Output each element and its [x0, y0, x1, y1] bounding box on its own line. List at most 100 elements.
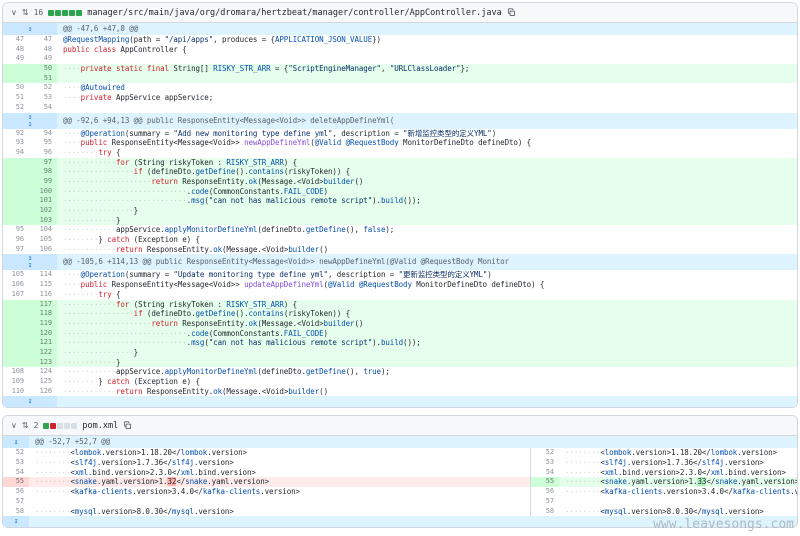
new-line-number[interactable]: 94 — [29, 129, 57, 139]
copy-path-icon[interactable] — [507, 8, 516, 17]
new-line-number[interactable]: 124 — [29, 367, 57, 377]
new-line-number[interactable]: 126 — [29, 387, 57, 397]
new-line-number[interactable]: 54 — [531, 468, 559, 478]
old-line-number[interactable]: 50 — [3, 83, 29, 93]
old-line-number[interactable]: 57 — [3, 497, 29, 507]
code-token: ok — [248, 177, 257, 186]
expand-up-button[interactable]: ↥ — [3, 23, 57, 35]
new-line-number[interactable]: 104 — [29, 225, 57, 235]
new-line-number[interactable]: 50 — [29, 64, 57, 74]
old-line-number[interactable] — [3, 177, 29, 187]
old-line-number[interactable]: 105 — [3, 270, 29, 280]
collapse-file-icon[interactable]: ∨ — [11, 9, 17, 17]
old-line-number[interactable] — [3, 319, 29, 329]
new-line-number[interactable]: 116 — [29, 290, 57, 300]
old-line-number[interactable]: 48 — [3, 45, 29, 55]
new-line-number[interactable]: 97 — [29, 158, 57, 168]
old-line-number[interactable]: 58 — [3, 507, 29, 517]
old-line-number[interactable] — [3, 309, 29, 319]
new-line-number[interactable]: 102 — [29, 206, 57, 216]
new-line-number[interactable]: 95 — [29, 138, 57, 148]
old-line-number[interactable] — [3, 158, 29, 168]
old-line-number[interactable]: 54 — [3, 468, 29, 478]
old-line-number[interactable] — [3, 167, 29, 177]
new-line-number[interactable]: 53 — [531, 458, 559, 468]
expand-down-button[interactable]: ↧ — [3, 516, 29, 527]
new-line-number[interactable]: 118 — [29, 309, 57, 319]
new-line-number[interactable]: 106 — [29, 245, 57, 255]
code-token: (CommonConstants. — [209, 329, 284, 338]
old-line-number[interactable]: 51 — [3, 93, 29, 103]
old-line-number[interactable] — [3, 216, 29, 226]
old-line-number[interactable] — [3, 348, 29, 358]
new-line-number[interactable]: 115 — [29, 280, 57, 290]
new-line-number[interactable]: 99 — [29, 177, 57, 187]
old-line-number[interactable]: 93 — [3, 138, 29, 148]
old-line-number[interactable]: 56 — [3, 487, 29, 497]
code-token: code — [191, 187, 209, 196]
expand-all-icon[interactable]: ⇅ — [22, 9, 29, 17]
old-line-number[interactable] — [3, 358, 29, 368]
old-line-number[interactable] — [3, 74, 29, 84]
expand-all-icon[interactable]: ⇅ — [22, 422, 29, 430]
new-line-number[interactable]: 56 — [531, 487, 559, 497]
old-line-number[interactable]: 55 — [3, 477, 29, 487]
new-line-number[interactable]: 48 — [29, 45, 57, 55]
code-token: String[] — [173, 64, 213, 73]
old-line-number[interactable]: 52 — [3, 448, 29, 458]
old-line-number[interactable] — [3, 187, 29, 197]
collapse-file-icon[interactable]: ∨ — [11, 422, 17, 430]
old-line-number[interactable]: 94 — [3, 148, 29, 158]
new-line-number[interactable]: 103 — [29, 216, 57, 226]
new-line-number[interactable]: 123 — [29, 358, 57, 368]
new-line-number[interactable]: 119 — [29, 319, 57, 329]
old-line-number[interactable] — [3, 206, 29, 216]
new-line-number[interactable]: 120 — [29, 329, 57, 339]
old-line-number[interactable]: 106 — [3, 280, 29, 290]
expand-down-button[interactable]: ↧ — [3, 396, 57, 407]
old-line-number[interactable]: 47 — [3, 35, 29, 45]
old-line-number[interactable]: 110 — [3, 387, 29, 397]
old-line-number[interactable] — [3, 338, 29, 348]
old-line-number[interactable]: 108 — [3, 367, 29, 377]
new-line-number[interactable]: 96 — [29, 148, 57, 158]
new-line-number[interactable]: 117 — [29, 300, 57, 310]
old-line-number[interactable] — [3, 64, 29, 74]
old-line-number[interactable]: 95 — [3, 225, 29, 235]
old-line-number[interactable] — [3, 329, 29, 339]
new-line-number[interactable]: 98 — [29, 167, 57, 177]
old-line-number[interactable]: 96 — [3, 235, 29, 245]
new-line-number[interactable]: 49 — [29, 54, 57, 64]
new-line-number[interactable]: 105 — [29, 235, 57, 245]
old-line-number[interactable]: 97 — [3, 245, 29, 255]
new-line-number[interactable]: 52 — [531, 448, 559, 458]
new-line-number[interactable]: 52 — [29, 83, 57, 93]
copy-path-icon[interactable] — [123, 421, 132, 430]
old-line-number[interactable]: 109 — [3, 377, 29, 387]
old-line-number[interactable] — [3, 300, 29, 310]
old-line-number[interactable]: 52 — [3, 103, 29, 113]
new-line-number[interactable]: 122 — [29, 348, 57, 358]
new-line-number[interactable]: 58 — [531, 507, 559, 517]
expand-both-button[interactable]: ↥ ↧ — [3, 254, 57, 270]
new-line-number[interactable]: 55 — [531, 477, 559, 487]
old-line-number[interactable]: 107 — [3, 290, 29, 300]
new-line-number[interactable]: 47 — [29, 35, 57, 45]
new-line-number[interactable]: 114 — [29, 270, 57, 280]
expand-both-button[interactable]: ↥ ↧ — [3, 113, 57, 129]
new-line-number[interactable]: 54 — [29, 103, 57, 113]
new-line-number[interactable]: 57 — [531, 497, 559, 507]
old-line-number[interactable]: 53 — [3, 458, 29, 468]
old-line-number[interactable]: 49 — [3, 54, 29, 64]
new-line-number[interactable]: 100 — [29, 187, 57, 197]
new-line-number[interactable]: 53 — [29, 93, 57, 103]
new-line-number[interactable]: 101 — [29, 196, 57, 206]
new-line-number[interactable]: 51 — [29, 74, 57, 84]
old-line-number[interactable]: 92 — [3, 129, 29, 139]
old-line-number[interactable] — [3, 196, 29, 206]
code-token: ResponseEntity<Message<Void>> — [112, 138, 244, 147]
expand-up-button[interactable]: ↥ — [3, 436, 29, 448]
new-line-number[interactable]: 125 — [29, 377, 57, 387]
hunk-header-text: @@ -47,6 +47,8 @@ — [57, 23, 797, 35]
new-line-number[interactable]: 121 — [29, 338, 57, 348]
